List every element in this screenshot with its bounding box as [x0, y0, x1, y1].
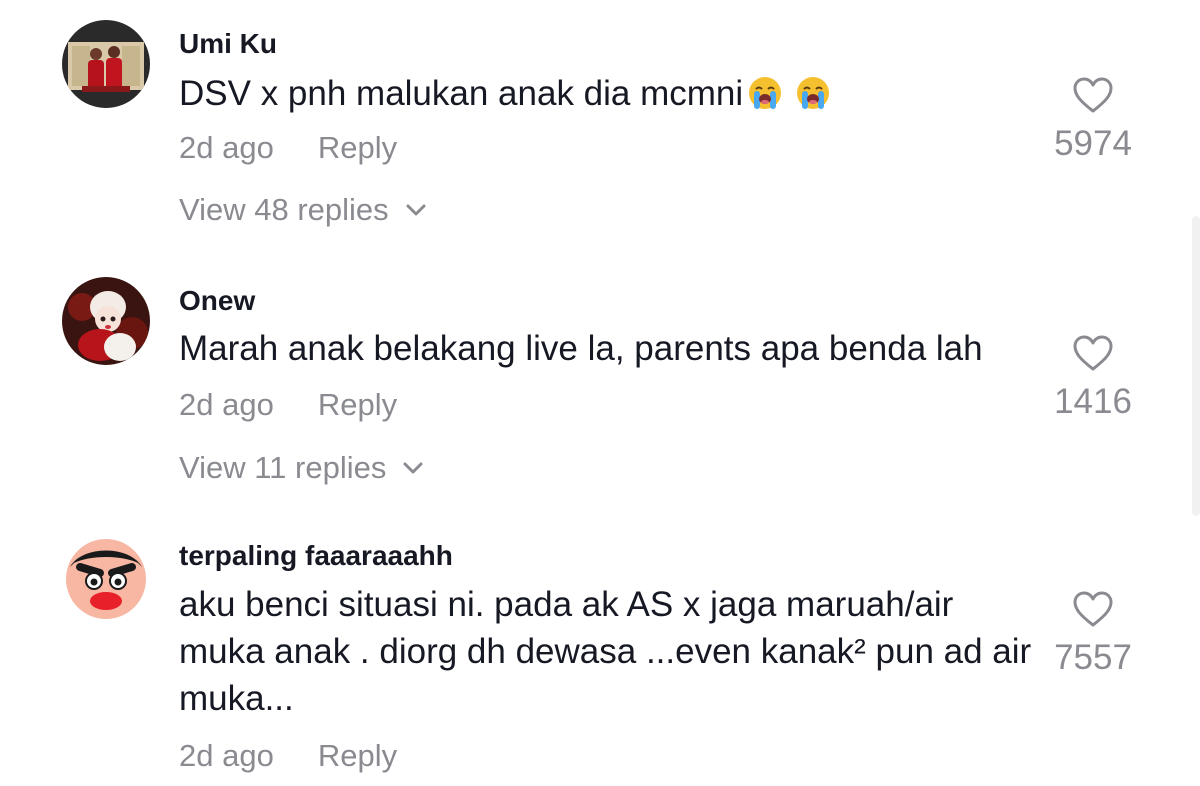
scrollbar[interactable] — [1192, 216, 1200, 516]
comment-username[interactable]: terpaling faaaraaahh — [179, 540, 453, 572]
chevron-down-icon — [406, 204, 426, 216]
loudly-crying-face-icon — [749, 77, 782, 109]
comment-text: DSV x pnh malukan anak dia mcmni — [179, 70, 1039, 117]
avatar[interactable] — [62, 277, 150, 365]
avatar[interactable] — [62, 20, 150, 108]
like-button[interactable]: 1416 — [1042, 334, 1144, 422]
comment-text-content: aku benci situasi ni. pada ak AS x jaga … — [179, 585, 1032, 718]
comment-timestamp: 2d ago — [179, 738, 274, 773]
comment-text-content: DSV x pnh malukan anak dia mcmni — [179, 74, 744, 113]
comment-text: Marah anak belakang live la, parents apa… — [179, 325, 1039, 372]
view-replies-button[interactable]: View 11 replies — [179, 450, 424, 486]
comment-text-content: Marah anak belakang live la, parents apa… — [179, 329, 983, 368]
comment-username[interactable]: Umi Ku — [179, 28, 277, 60]
like-button[interactable]: 5974 — [1042, 76, 1144, 164]
heart-outline-icon[interactable] — [1072, 590, 1114, 628]
comment-username[interactable]: Onew — [179, 285, 255, 317]
comment-text: aku benci situasi ni. pada ak AS x jaga … — [179, 581, 1039, 722]
like-button[interactable]: 7557 — [1042, 590, 1144, 678]
comment-timestamp: 2d ago — [179, 387, 274, 422]
comment-timestamp: 2d ago — [179, 130, 274, 165]
like-count: 1416 — [1054, 382, 1132, 421]
reply-button[interactable]: Reply — [318, 738, 397, 773]
comment-meta: 2d ago Reply — [179, 130, 397, 166]
view-replies-button[interactable]: View 48 replies — [179, 192, 427, 228]
like-count: 5974 — [1054, 124, 1132, 163]
comment-meta: 2d ago Reply — [179, 387, 397, 423]
heart-outline-icon[interactable] — [1072, 334, 1114, 372]
reply-button[interactable]: Reply — [318, 387, 397, 422]
loudly-crying-face-icon — [797, 77, 830, 109]
reply-button[interactable]: Reply — [318, 130, 397, 165]
view-replies-label: View 48 replies — [179, 192, 389, 227]
view-replies-label: View 11 replies — [179, 450, 387, 485]
like-count: 7557 — [1054, 638, 1132, 677]
chevron-down-icon — [403, 462, 423, 474]
heart-outline-icon[interactable] — [1072, 76, 1114, 114]
comment-meta: 2d ago Reply — [179, 738, 397, 774]
avatar[interactable] — [62, 533, 150, 621]
